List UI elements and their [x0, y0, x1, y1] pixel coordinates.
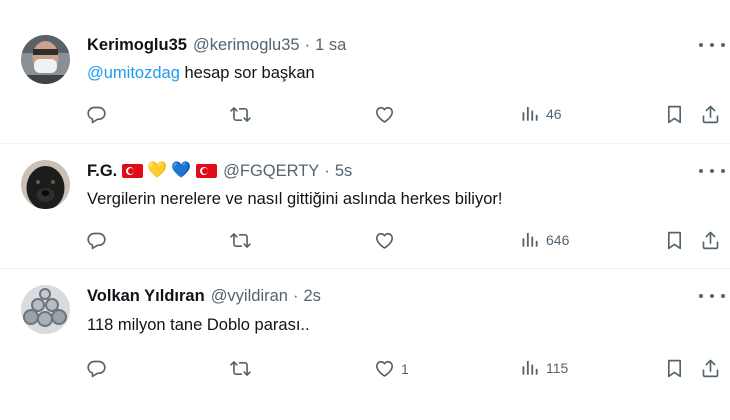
reply-icon — [86, 230, 107, 251]
retweet-button[interactable] — [230, 230, 251, 251]
like-button[interactable]: 1 — [374, 358, 409, 379]
share-icon — [700, 358, 721, 379]
retweet-button[interactable] — [230, 358, 251, 379]
bookmark-button[interactable] — [664, 230, 685, 251]
view-count: 115 — [546, 360, 569, 376]
share-button[interactable] — [700, 358, 721, 379]
user-handle[interactable]: @kerimoglu35 — [193, 36, 300, 55]
reply-icon — [86, 104, 107, 125]
retweet-icon — [230, 358, 251, 379]
blue-heart-icon: 💙 — [171, 162, 192, 179]
tweet-header: F.G. 💛 💙 @FGQERTY · 5s — [87, 160, 352, 182]
steel-pipes-avatar[interactable] — [21, 285, 70, 334]
tweet-kerimoglu35[interactable]: Kerimoglu35 @kerimoglu35 · 1 sa @umitozd… — [0, 0, 730, 148]
bookmark-icon — [664, 358, 685, 379]
retweet-button[interactable] — [230, 104, 251, 125]
share-button[interactable] — [700, 230, 721, 251]
tweet-header: Kerimoglu35 @kerimoglu35 · 1 sa — [87, 34, 346, 56]
bookmark-button[interactable] — [664, 358, 685, 379]
retweet-icon — [230, 104, 251, 125]
masked-person-avatar[interactable] — [21, 35, 70, 84]
bookmark-icon — [664, 104, 685, 125]
tweet-text: Vergilerin nerelere ve nasıl gittiğini a… — [87, 190, 503, 208]
dog-avatar[interactable] — [21, 160, 70, 209]
reply-button[interactable] — [86, 230, 107, 251]
like-button[interactable] — [374, 104, 401, 125]
display-name[interactable]: Kerimoglu35 — [87, 36, 187, 55]
more-icon[interactable] — [699, 40, 725, 50]
bookmark-icon — [664, 230, 685, 251]
like-count: 1 — [401, 360, 409, 377]
tweet-timestamp[interactable]: 1 sa — [315, 36, 346, 55]
more-icon[interactable] — [699, 291, 725, 301]
like-icon — [374, 358, 395, 379]
turkish-flag-icon — [196, 164, 218, 178]
share-icon — [700, 230, 721, 251]
turkish-flag-icon — [122, 164, 144, 178]
views-icon — [520, 358, 540, 378]
views-button[interactable]: 115 — [520, 358, 568, 378]
views-button[interactable]: 646 — [520, 230, 569, 250]
views-icon — [520, 230, 540, 250]
yellow-heart-icon: 💛 — [147, 162, 168, 179]
tweet-timestamp[interactable]: 5s — [335, 162, 352, 181]
display-name[interactable]: F.G. — [87, 162, 117, 181]
tweet-body: hesap sor başkan — [179, 64, 315, 82]
display-name[interactable]: Volkan Yıldıran — [87, 287, 205, 306]
separator-dot: · — [304, 35, 311, 54]
tweet-vyildiran[interactable]: Volkan Yıldıran @vyildiran · 2s 118 mily… — [0, 269, 730, 420]
separator-dot: · — [292, 286, 299, 305]
tweet-text: @umitozdag hesap sor başkan — [87, 64, 315, 83]
more-icon[interactable] — [699, 166, 725, 176]
reply-icon — [86, 358, 107, 379]
tweet-timestamp[interactable]: 2s — [303, 287, 320, 306]
view-count: 646 — [546, 232, 570, 248]
tweet-text: 118 milyon tane Doblo parası.. — [87, 316, 310, 334]
view-count: 46 — [546, 106, 562, 122]
user-handle[interactable]: @vyildiran — [211, 287, 288, 306]
user-handle[interactable]: @FGQERTY — [223, 162, 319, 181]
reply-button[interactable] — [86, 104, 107, 125]
share-icon — [700, 104, 721, 125]
views-button[interactable]: 46 — [520, 104, 562, 124]
like-icon — [374, 230, 395, 251]
tweet-header: Volkan Yıldıran @vyildiran · 2s — [87, 285, 321, 307]
like-button[interactable] — [374, 230, 401, 251]
like-icon — [374, 104, 395, 125]
reply-button[interactable] — [86, 358, 107, 379]
share-button[interactable] — [700, 104, 721, 125]
mention-link[interactable]: @umitozdag — [87, 64, 180, 82]
separator-dot: · — [324, 161, 330, 180]
bookmark-button[interactable] — [664, 104, 685, 125]
tweet-fgqerty[interactable]: F.G. 💛 💙 @FGQERTY · 5s Vergilerin nerele… — [0, 144, 730, 268]
retweet-icon — [230, 230, 251, 251]
views-icon — [520, 104, 540, 124]
